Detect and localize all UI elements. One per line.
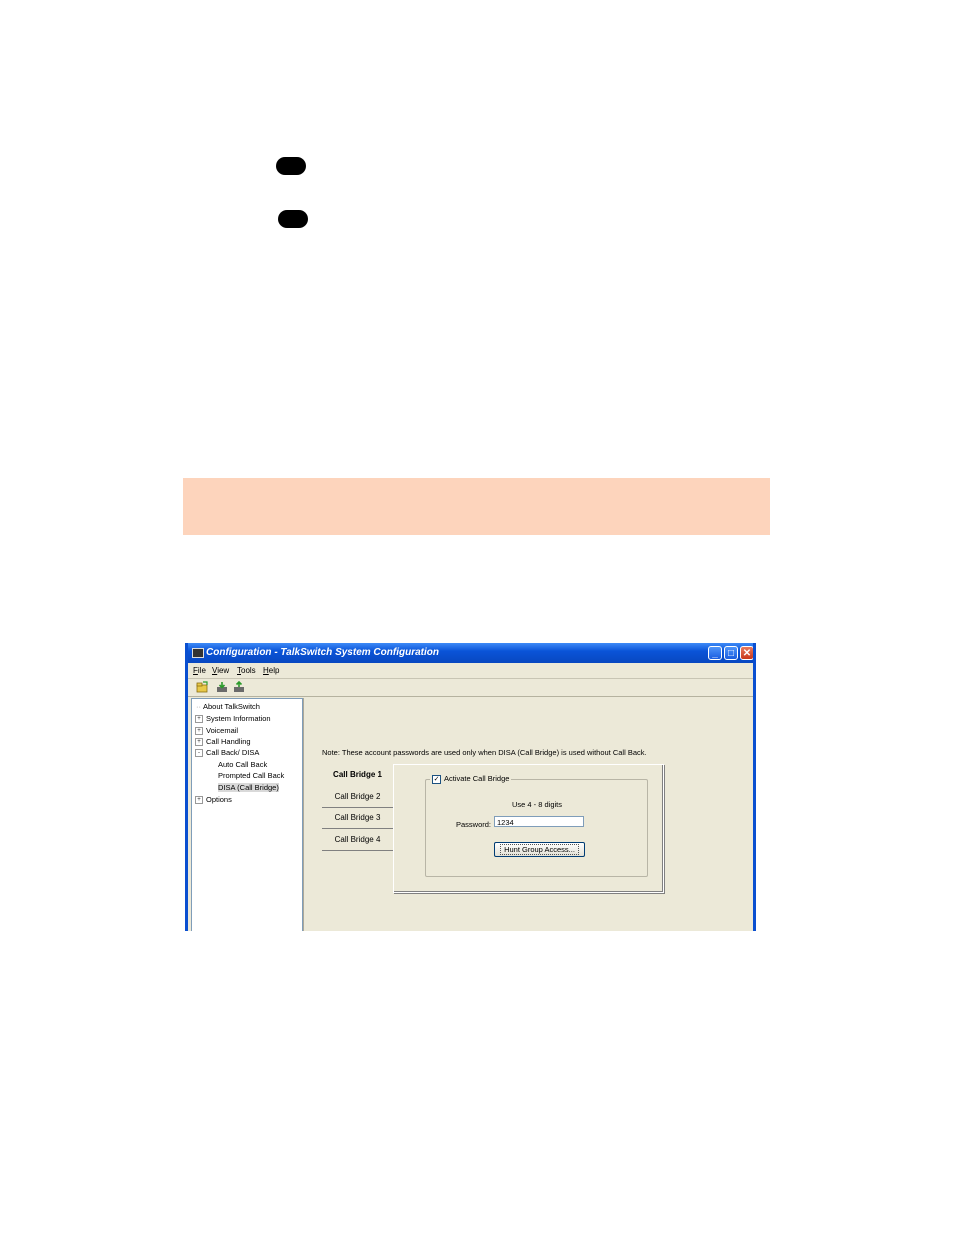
tree-item-about[interactable]: ·· About TalkSwitch [196,702,260,712]
menu-view[interactable]: View [212,663,229,678]
tab-call-bridge-3[interactable]: Call Bridge 3 [322,808,393,829]
tree-item-call-back-disa[interactable]: - Call Back/ DISA [195,748,259,758]
config-window: Configuration - TalkSwitch System Config… [185,643,756,931]
tab-call-bridge-4[interactable]: Call Bridge 4 [322,830,393,851]
tree-item-auto-call-back[interactable]: Auto Call Back [218,760,267,770]
tree-item-voicemail[interactable]: + Voicemail [195,726,238,736]
minimize-button[interactable]: _ [708,646,722,660]
navigation-tree: ·· About TalkSwitch + System Information +… [191,698,303,931]
menu-help[interactable]: Help [263,663,279,678]
window-title: Configuration - TalkSwitch System Config… [206,647,439,658]
tree-item-options[interactable]: + Options [195,795,232,805]
close-button[interactable]: ✕ [740,646,753,660]
expand-icon[interactable]: + [195,715,203,724]
menu-tools[interactable]: Tools [237,663,256,678]
note-text: Note: These account passwords are used o… [322,748,647,757]
expand-icon[interactable]: + [195,727,203,736]
main-panel: Note: These account passwords are used o… [303,698,753,931]
toolbar [188,679,753,697]
title-bar[interactable]: Configuration - TalkSwitch System Config… [188,643,753,663]
download-config-icon[interactable] [216,681,228,693]
app-icon [192,648,204,658]
activate-call-bridge-checkbox[interactable]: ✓ Activate Call Bridge [430,774,512,784]
tree-item-system-information[interactable]: + System Information [195,714,271,724]
checkbox-check-icon[interactable]: ✓ [432,774,441,784]
password-label: Password: [456,820,492,829]
step-marker-1 [276,157,306,175]
password-input[interactable]: 1234 [494,816,584,827]
menu-bar: File View Tools Help [188,663,753,679]
collapse-icon[interactable]: - [195,749,203,758]
tab-call-bridge-2[interactable]: Call Bridge 2 [322,787,393,808]
upload-config-icon[interactable] [233,681,245,693]
activate-group: ✓ Activate Call Bridge Use 4 - 8 digits P… [425,774,648,877]
expand-icon[interactable]: + [195,796,203,805]
tree-item-prompted-call-back[interactable]: Prompted Call Back [218,771,284,781]
tab-call-bridge-1[interactable]: Call Bridge 1 [322,765,393,785]
open-folder-icon[interactable] [196,681,208,693]
tree-item-disa-call-bridge[interactable]: DISA (Call Bridge) [218,783,279,793]
note-band [183,478,770,535]
step-marker-2 [278,210,308,228]
maximize-button[interactable]: □ [724,646,738,660]
digits-hint: Use 4 - 8 digits [512,800,563,809]
hunt-group-access-button[interactable]: Hunt Group Access... [494,842,585,857]
tree-item-call-handling[interactable]: + Call Handling [195,737,251,747]
menu-file[interactable]: File [193,663,206,678]
expand-icon[interactable]: + [195,738,203,747]
call-bridge-panel: ✓ Activate Call Bridge Use 4 - 8 digits P… [393,764,664,893]
